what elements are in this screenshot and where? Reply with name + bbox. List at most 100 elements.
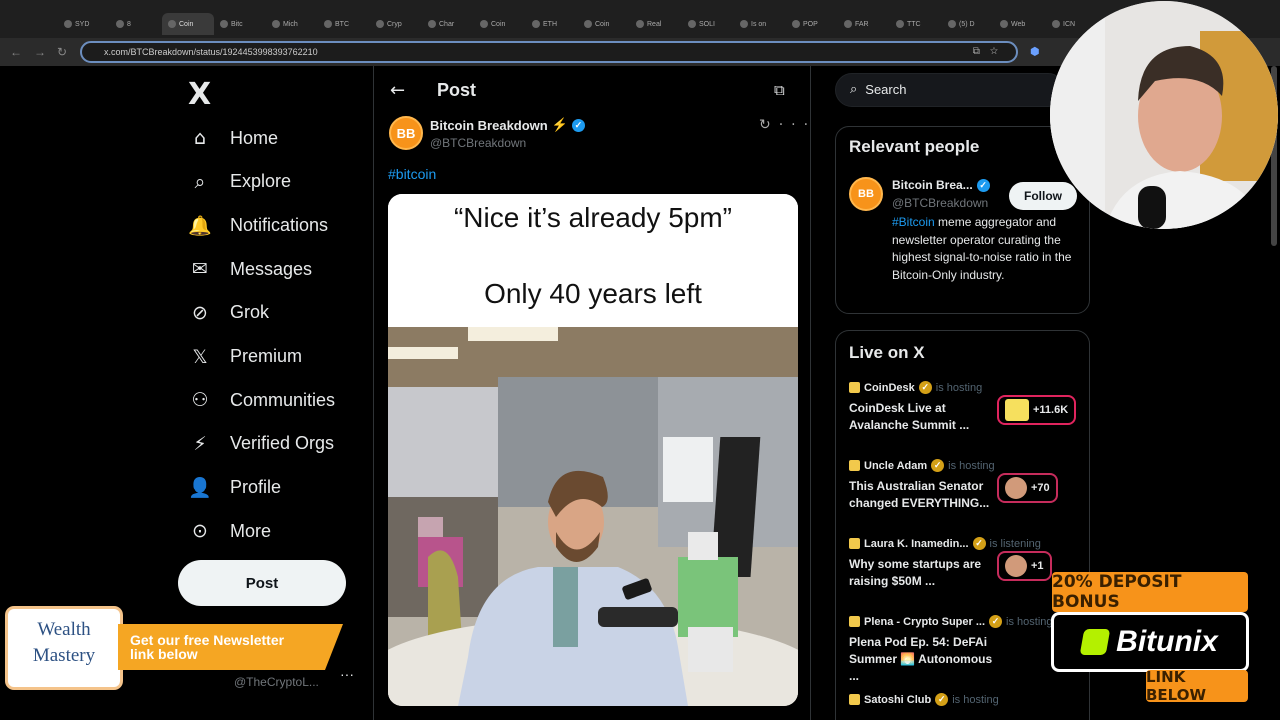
tab-title: Coin xyxy=(179,20,194,28)
account-more-icon[interactable]: ··· xyxy=(340,666,354,682)
browser-tab[interactable]: Coin xyxy=(474,13,526,35)
office-worker-photo xyxy=(388,327,798,706)
browser-tab[interactable]: Bitc xyxy=(214,13,266,35)
browser-tab[interactable]: Coin xyxy=(578,13,630,35)
browser-tab[interactable]: Cryp xyxy=(370,13,422,35)
nav-item-explore[interactable]: ⌕ Explore xyxy=(188,167,291,197)
browser-tab[interactable]: TTC xyxy=(890,13,942,35)
browser-tab[interactable]: Web xyxy=(994,13,1046,35)
nav-item-notifications[interactable]: 🔔 Notifications xyxy=(188,210,328,240)
author-name-row[interactable]: Bitcoin Breakdown ⚡ ✓ xyxy=(430,117,585,133)
host-status: is hosting xyxy=(948,459,995,472)
tab-favicon-icon xyxy=(64,20,72,28)
tab-favicon-icon xyxy=(272,20,280,28)
address-bar-icons[interactable]: ⧉☆ xyxy=(973,46,1008,57)
nav-item-grok[interactable]: ⊘ Grok xyxy=(188,298,269,328)
browser-tab[interactable]: Is on xyxy=(734,13,786,35)
post-actions: ↻··· xyxy=(759,117,816,133)
listener-count-badge[interactable]: +11.6K xyxy=(997,395,1077,425)
back-arrow-icon[interactable]: ← xyxy=(390,80,405,101)
browser-tab[interactable]: Char xyxy=(422,13,474,35)
lightning-icon: ⚡ xyxy=(551,117,568,132)
person-avatar[interactable]: BB xyxy=(849,177,883,211)
grok-icon[interactable]: ↻ xyxy=(759,117,779,133)
reload-icon[interactable]: ↻ xyxy=(57,45,67,59)
live-space-item[interactable]: CoinDesk ✓ is hosting CoinDesk Live at Aval… xyxy=(849,381,1081,434)
address-bar[interactable]: x.com/BTCBreakdown/status/19244539983937… xyxy=(80,41,1018,63)
hashtag-link[interactable]: #bitcoin xyxy=(388,166,436,182)
live-on-x-title: Live on X xyxy=(849,343,925,362)
nav-item-label: Grok xyxy=(230,302,270,323)
tab-title: POP xyxy=(803,20,818,28)
account-handle[interactable]: @TheCryptoL... xyxy=(234,675,319,689)
browser-tab[interactable]: FAR xyxy=(838,13,890,35)
tab-favicon-icon xyxy=(480,20,488,28)
grok-icon: ⊘ xyxy=(192,301,208,324)
listener-count-badge[interactable]: +1 xyxy=(997,551,1052,581)
host-avatar xyxy=(849,694,860,705)
browser-tab[interactable]: Mich xyxy=(266,13,318,35)
nav-item-more[interactable]: ⊙ More xyxy=(188,516,271,546)
host-status: is hosting xyxy=(935,381,983,394)
tab-favicon-icon xyxy=(792,20,800,28)
browser-tab[interactable]: POP xyxy=(786,13,838,35)
person-name-row[interactable]: Bitcoin Brea... ✓ xyxy=(892,178,990,192)
follow-button[interactable]: Follow xyxy=(1009,182,1077,210)
browser-tab[interactable]: Coin xyxy=(162,13,214,35)
tab-favicon-icon xyxy=(532,20,540,28)
search-placeholder: Search xyxy=(865,82,907,97)
extension-icon[interactable]: ⬢ xyxy=(1030,45,1040,58)
live-space-item[interactable]: Satoshi Club ✓ is hosting xyxy=(849,693,1081,712)
browser-tab[interactable]: BTC xyxy=(318,13,370,35)
tab-favicon-icon xyxy=(1052,20,1060,28)
bitunix-banner: Bitunix xyxy=(1051,612,1249,672)
nav-item-premium[interactable]: 𝕏 Premium xyxy=(188,342,302,372)
search-input[interactable]: ⌕ Search xyxy=(835,73,1065,107)
author-handle[interactable]: @BTCBreakdown xyxy=(430,136,526,150)
author-avatar[interactable]: BB xyxy=(389,116,423,150)
back-nav-icon[interactable]: ← xyxy=(10,45,22,59)
host-name: CoinDesk xyxy=(864,381,915,394)
listener-count: +70 xyxy=(1031,482,1050,494)
live-space-item[interactable]: Plena - Crypto Super ... ✓ is hosting Plena… xyxy=(849,615,1081,685)
listener-count-badge[interactable]: +70 xyxy=(997,473,1058,503)
bell-icon: 🔔 xyxy=(188,214,212,237)
bio-hashtag[interactable]: #Bitcoin xyxy=(892,215,935,229)
tab-title: Coin xyxy=(491,20,506,28)
live-space-item[interactable]: Uncle Adam ✓ is hosting This Australian Sen… xyxy=(849,459,1081,512)
reader-mode-icon[interactable]: ⧉ xyxy=(774,81,785,99)
forward-nav-icon[interactable]: → xyxy=(34,45,46,59)
browser-tab[interactable]: ETH xyxy=(526,13,578,35)
nav-item-verified-orgs[interactable]: ⚡ Verified Orgs xyxy=(188,429,334,459)
post-media[interactable]: “Nice it’s already 5pm” Only 40 years le… xyxy=(388,194,798,706)
nav-item-home[interactable]: ⌂ Home xyxy=(188,123,278,153)
host-row: Laura K. Inamedin... ✓ is listening xyxy=(849,537,1081,550)
space-title: Why some startups are raising $50M ... xyxy=(849,557,982,588)
x-logo[interactable]: X xyxy=(188,77,211,112)
browser-tab[interactable]: Real xyxy=(630,13,682,35)
tab-title: Real xyxy=(647,20,662,28)
tab-title: Is on xyxy=(751,20,767,28)
nav-item-profile[interactable]: 👤 Profile xyxy=(188,473,281,503)
tab-favicon-icon xyxy=(740,20,748,28)
browser-tab[interactable]: SOLI xyxy=(682,13,734,35)
logo-line-1: Wealth xyxy=(37,619,91,640)
browser-tab[interactable]: SYD xyxy=(58,13,110,35)
browser-tab[interactable]: 8 xyxy=(110,13,162,35)
space-title: Plena Pod Ep. 54: DeFAi Summer 🌅 Autonom… xyxy=(849,635,993,683)
browser-tab[interactable]: (5) D xyxy=(942,13,994,35)
nav-item-messages[interactable]: ✉ Messages xyxy=(188,254,312,284)
nav-item-label: More xyxy=(230,520,272,541)
live-space-item[interactable]: Laura K. Inamedin... ✓ is listening Why som… xyxy=(849,537,1081,590)
link-below-badge: LINK BELOW xyxy=(1146,668,1248,704)
post-button[interactable]: Post xyxy=(178,560,346,606)
person-handle[interactable]: @BTCBreakdown xyxy=(892,196,988,210)
tab-title: Char xyxy=(439,20,455,28)
more-options-icon[interactable]: ··· xyxy=(779,117,816,133)
tab-favicon-icon xyxy=(428,20,436,28)
host-status: is hosting xyxy=(1006,615,1053,628)
nav-item-communities[interactable]: ⚇ Communities xyxy=(188,385,335,415)
more-circle-icon: ⊙ xyxy=(192,520,208,543)
search-icon: ⌕ xyxy=(850,82,858,97)
bitunix-brand: Bitunix xyxy=(1116,625,1218,658)
